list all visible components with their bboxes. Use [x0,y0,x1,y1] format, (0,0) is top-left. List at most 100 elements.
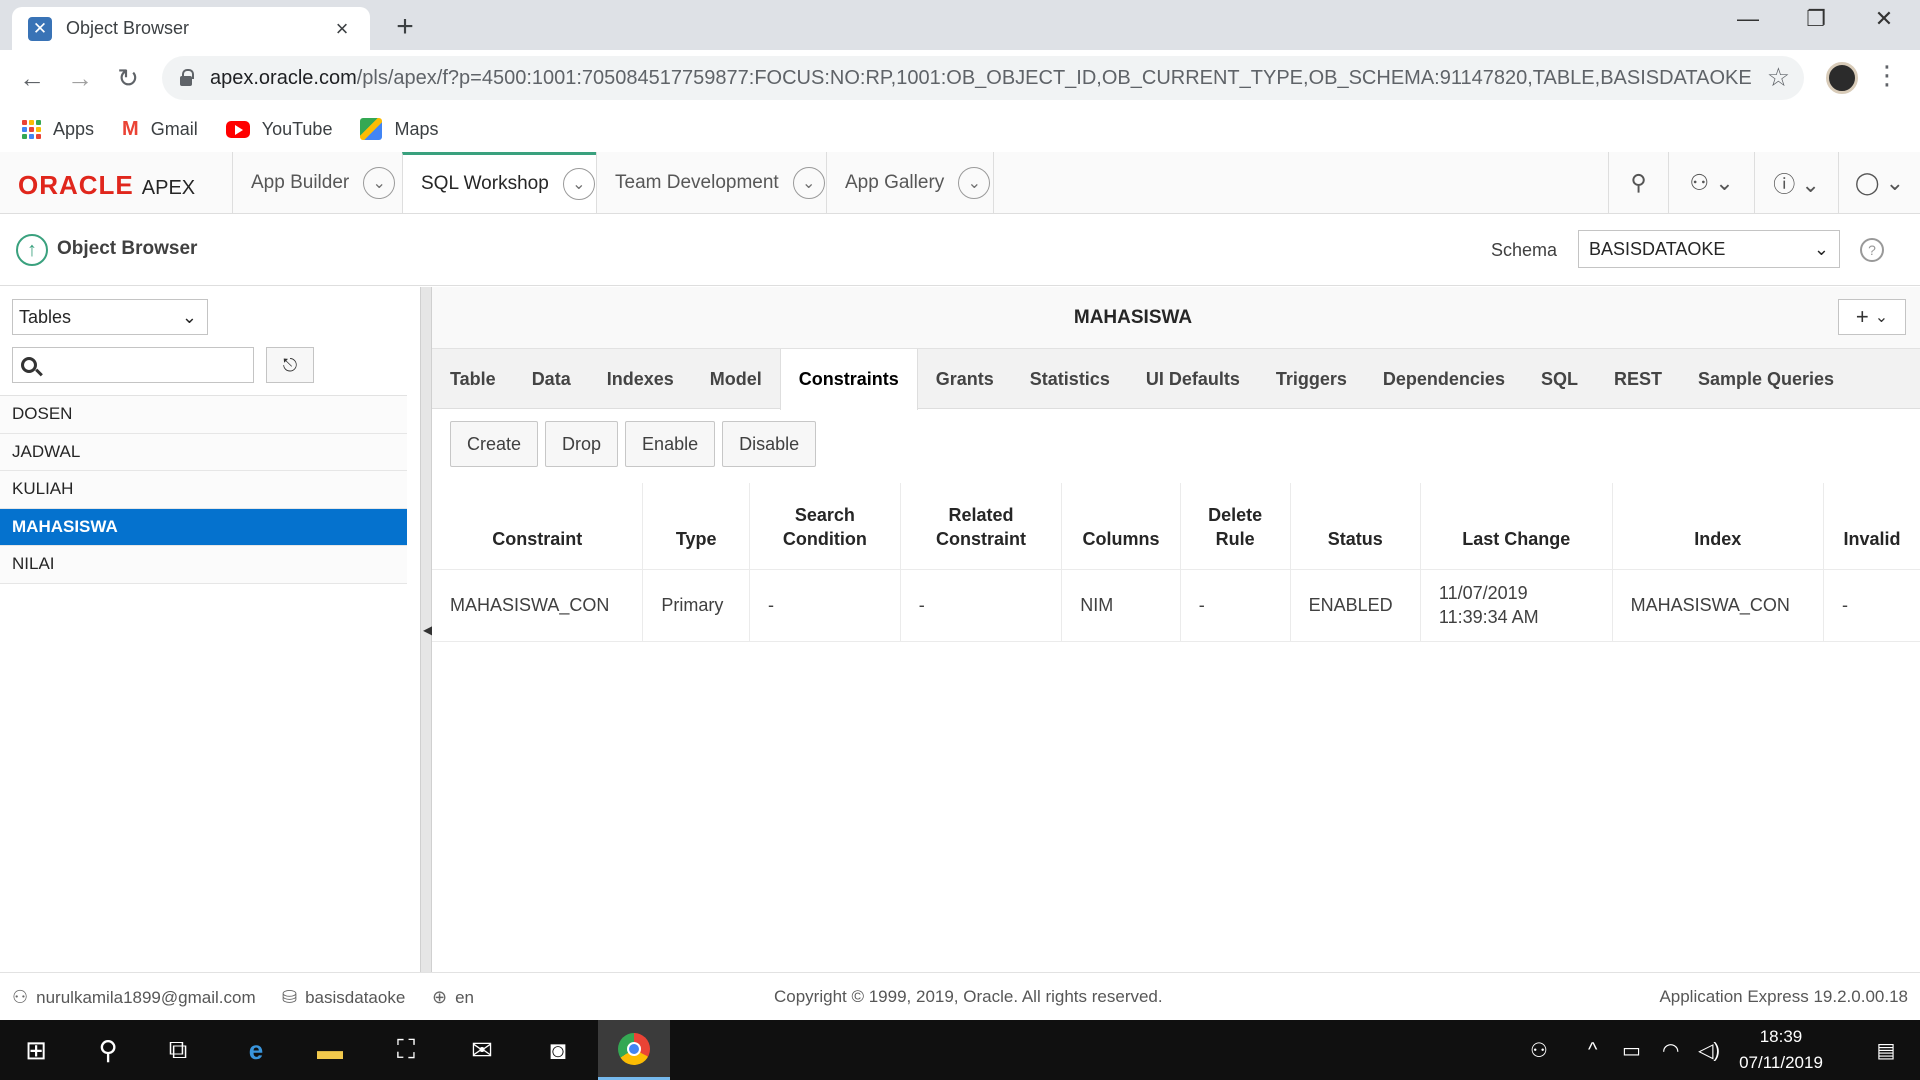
notifications-icon[interactable]: ▤ [1856,1020,1916,1080]
tab-constraints[interactable]: Constraints [779,349,918,410]
browser-tab[interactable]: ✕ Object Browser × [12,7,370,50]
mail-icon[interactable]: ✉ [452,1020,512,1080]
chrome-logo [618,1032,650,1065]
tab-ui-defaults[interactable]: UI Defaults [1128,349,1258,409]
column-header[interactable]: Invalid [1824,483,1920,569]
taskbar-clock[interactable]: 18:39 07/11/2019 [1724,1024,1838,1076]
tab-model[interactable]: Model [692,349,780,409]
schema-select[interactable]: BASISDATAOKE ⌄ [1578,230,1840,268]
back-arrow-icon[interactable]: ← [12,60,52,96]
file-explorer-icon[interactable]: ▬ [300,1020,360,1080]
column-header[interactable]: Search Condition [749,483,901,569]
edge-icon[interactable]: e [226,1020,286,1080]
column-header[interactable]: Related Constraint [900,483,1063,569]
chevron-down-icon[interactable]: ⌄ [363,166,396,199]
drop-button[interactable]: Drop [545,421,619,467]
column-header[interactable]: Index [1612,483,1825,569]
chevron-down-icon[interactable]: ⌄ [562,168,595,200]
minimize-icon[interactable]: — [1728,6,1768,32]
object-list-item[interactable]: JADWAL [0,433,407,471]
bookmark-youtube[interactable]: YouTube [225,119,332,140]
object-type-select[interactable]: Tables ⌄ [12,299,208,335]
tab-sample-queries[interactable]: Sample Queries [1680,349,1852,409]
bookmark-label: Gmail [150,118,198,139]
help-icon[interactable]: ? [1860,238,1884,262]
show-hidden-icons[interactable]: ^ [1588,1020,1597,1080]
tab-indexes[interactable]: Indexes [589,349,692,409]
chrome-icon[interactable] [598,1020,670,1080]
oracle-apex-logo[interactable]: ORACLE APEX [18,170,195,201]
object-list-item[interactable]: MAHASISWA [0,508,407,546]
address-bar[interactable]: apex.oracle.com /pls/apex/f?p=4500:1001:… [162,56,1804,100]
bookmark-maps[interactable]: Maps [360,118,438,140]
column-header[interactable]: Last Change [1420,483,1613,569]
store-icon[interactable]: ⛶ [376,1020,436,1080]
footer-language[interactable]: ⊕ en [432,987,474,1008]
column-header[interactable]: Delete Rule [1180,483,1291,569]
battery-icon[interactable]: ▭ [1622,1020,1641,1080]
forward-arrow-icon[interactable]: → [60,60,100,96]
column-header[interactable]: Type [642,483,750,569]
nav-sql-workshop[interactable]: SQL Workshop ⌄ [402,152,596,213]
tab-rest[interactable]: REST [1596,349,1680,409]
nav-app-gallery[interactable]: App Gallery ⌄ [826,152,994,213]
globe-icon: ⊕ [432,987,448,1007]
close-window-icon[interactable]: ✕ [1864,6,1904,32]
tab-statistics[interactable]: Statistics [1012,349,1128,409]
panel-splitter[interactable]: ◀ [420,287,432,972]
tab-close-icon[interactable]: × [330,16,354,42]
column-header[interactable]: Columns [1061,483,1181,569]
people-icon[interactable]: ⚇ [1530,1020,1548,1080]
search-icon [21,357,37,373]
column-header[interactable]: Constraint [432,483,644,569]
create-button[interactable]: Create [450,421,539,467]
disable-button[interactable]: Disable [722,421,817,467]
chevron-down-icon[interactable]: ⌄ [792,166,825,199]
tab-triggers[interactable]: Triggers [1258,349,1365,409]
tab-grants[interactable]: Grants [918,349,1012,409]
browser-menu-icon[interactable]: ⋮ [1874,60,1900,91]
restore-window-icon[interactable]: ❐ [1796,6,1836,32]
tab-table[interactable]: Table [432,349,514,409]
nav-team-development[interactable]: Team Development ⌄ [596,152,826,213]
admin-user-menu-icon[interactable]: ⚇ ⌄ [1668,152,1754,213]
object-list-item[interactable]: DOSEN [0,396,407,434]
bookmark-apps[interactable]: Apps [22,119,94,140]
collapse-left-icon[interactable]: ◀ [423,623,432,637]
enable-button[interactable]: Enable [625,421,716,467]
profile-avatar[interactable] [1826,62,1858,94]
object-search-input[interactable] [12,347,254,383]
object-list-item[interactable]: NILAI [0,546,407,584]
wifi-icon[interactable]: ◠ [1662,1020,1679,1080]
table-cell: - [749,568,901,642]
tab-sql[interactable]: SQL [1523,349,1596,409]
search-icon[interactable]: ⚲ [1608,152,1668,213]
user-account-icon[interactable]: ◯ ⌄ [1838,152,1920,213]
help-menu-icon[interactable]: ⓘ ⌄ [1754,152,1838,213]
bookmark-gmail[interactable]: M Gmail [122,118,198,141]
footer-workspace[interactable]: ⛁ basisdataoke [282,987,405,1008]
bookmark-star-icon[interactable]: ☆ [1767,62,1790,93]
new-tab-plus-icon[interactable]: + [388,10,422,44]
search-icon[interactable]: ⚲ [78,1020,138,1080]
footer-user[interactable]: ⚇ nurulkamila1899@gmail.com [12,987,256,1008]
up-arrow-icon[interactable]: ↑ [16,234,48,266]
tab-dependencies[interactable]: Dependencies [1365,349,1523,409]
reload-icon[interactable]: ↻ [108,60,148,96]
chevron-down-icon[interactable]: ⌄ [958,166,991,199]
object-list-item[interactable]: KULIAH [0,471,407,509]
windows-start-icon[interactable]: ⊞ [6,1020,66,1080]
column-header[interactable]: Status [1290,483,1421,569]
tab-data[interactable]: Data [514,349,589,409]
camera-icon[interactable]: ◙ [528,1020,588,1080]
clock-date: 07/11/2019 [1739,1053,1823,1072]
task-view-icon[interactable]: ⧉ [148,1020,208,1080]
object-type-value: Tables [19,306,72,327]
reset-search-button[interactable]: ⎋ [266,347,314,383]
nav-label: SQL Workshop [421,173,549,194]
create-object-button[interactable]: + ⌄ [1838,299,1906,335]
table-cell: - [1180,568,1291,642]
volume-icon[interactable]: ◁) [1698,1020,1720,1080]
table-cell: ENABLED [1290,568,1421,642]
nav-app-builder[interactable]: App Builder ⌄ [232,152,402,213]
